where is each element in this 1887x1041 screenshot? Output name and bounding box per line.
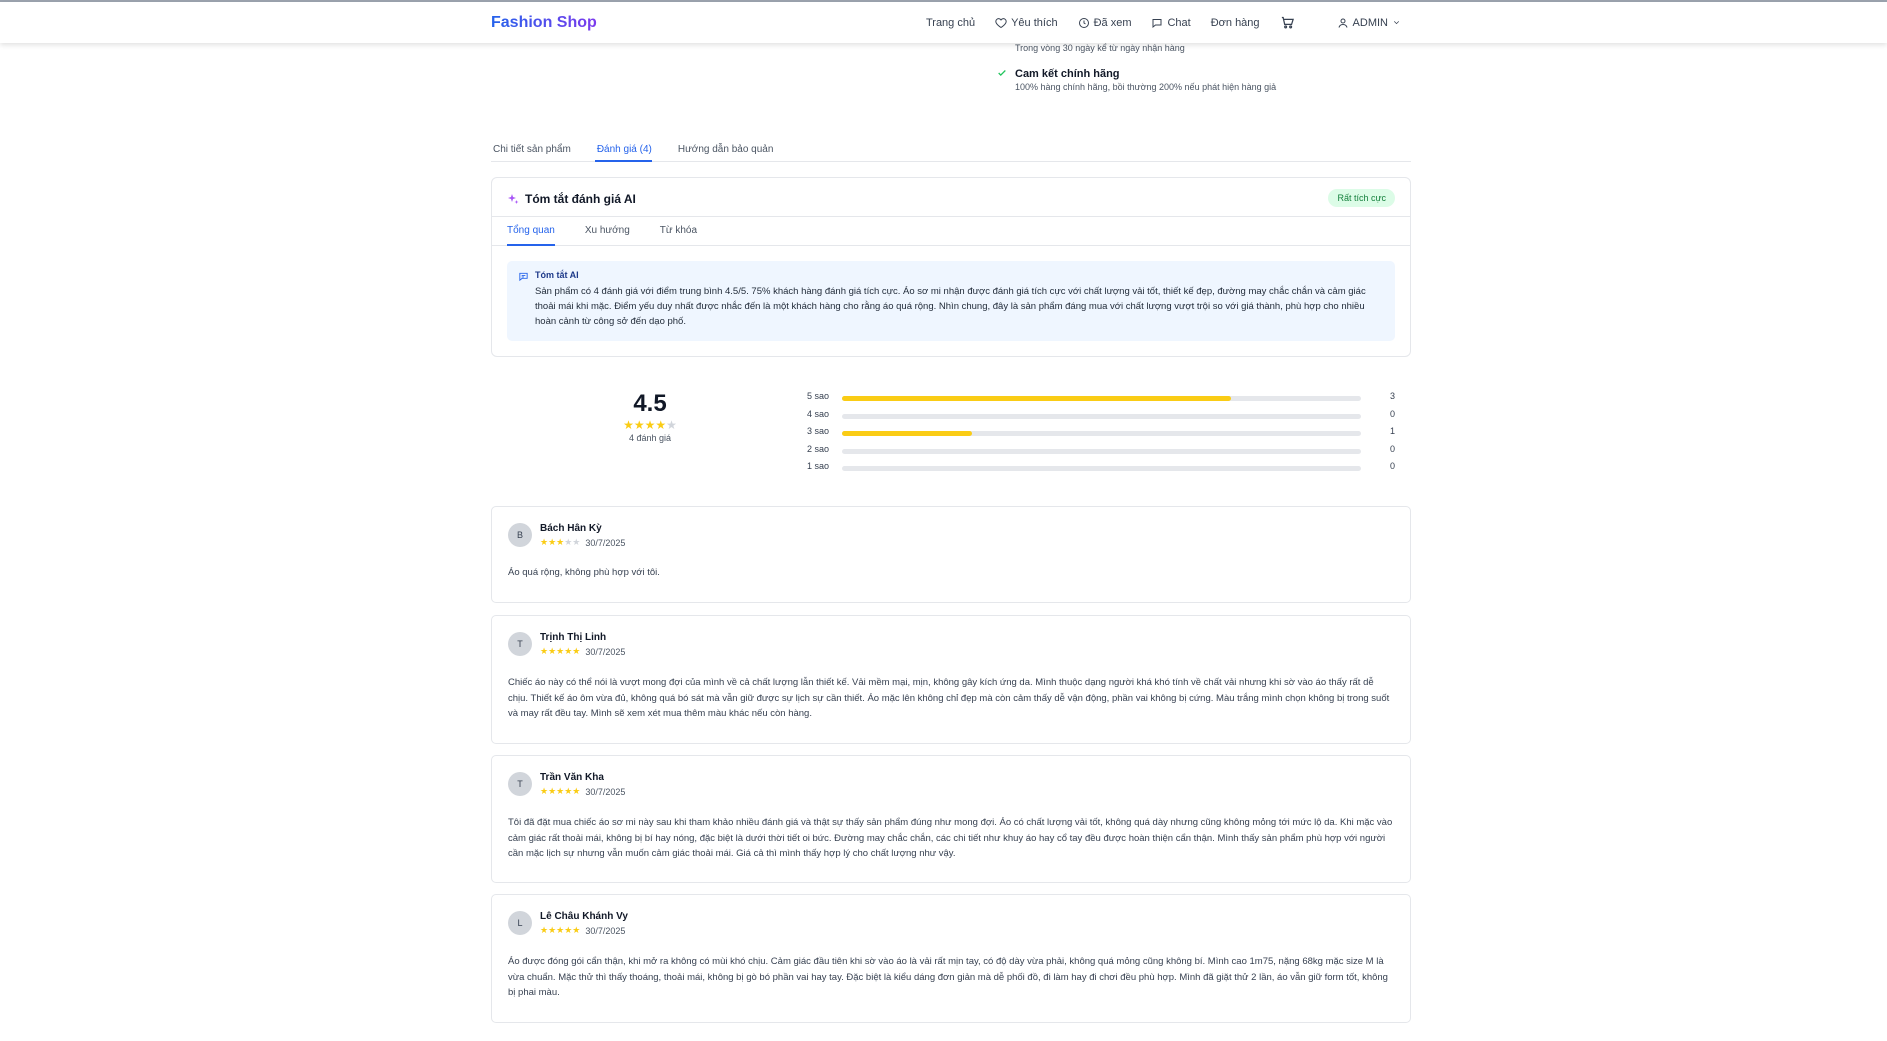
rating-distribution: 5 sao 3 4 sao 0 3 sao 1 2 sao 0 1 sao 0 — [807, 391, 1397, 479]
nav-favorites[interactable]: Yêu thích — [995, 17, 1058, 29]
ai-summary-box: Tóm tắt AI Sản phẩm có 4 đánh giá với đi… — [507, 261, 1395, 341]
avatar: T — [508, 772, 532, 796]
nav-chat[interactable]: Chat — [1151, 17, 1191, 29]
bar-track — [842, 466, 1361, 471]
rating-bar-row: 1 sao 0 — [807, 461, 1397, 479]
tab-details[interactable]: Chi tiết sản phẩm — [491, 138, 571, 162]
review-date: 30/7/2025 — [585, 537, 626, 548]
avatar: T — [508, 632, 532, 656]
review-text: Áo quá rộng, không phù hợp với tôi. — [508, 567, 660, 578]
nav-user-menu[interactable]: ADMIN — [1337, 17, 1401, 29]
reviewer-name: Bách Hân Kỳ — [540, 523, 602, 534]
rating-summary: 4.5 ★★★★★ 4 đánh giá — [600, 390, 700, 443]
ai-tab-overview[interactable]: Tổng quan — [507, 217, 555, 246]
tab-care-guide[interactable]: Hướng dẫn bảo quản — [676, 138, 774, 162]
review-date: 30/7/2025 — [585, 646, 626, 657]
chevron-down-icon — [1393, 21, 1400, 25]
review-text: Chiếc áo này có thể nói là vượt mong đợi… — [508, 677, 1390, 719]
review-date: 30/7/2025 — [585, 925, 626, 936]
ai-summary-card: Tóm tắt đánh giá AI Rất tích cực Tổng qu… — [491, 177, 1411, 357]
review-meta: ★★★★★ 30/7/2025 — [540, 786, 625, 797]
check-icon — [998, 70, 1006, 76]
bar-track — [842, 448, 1361, 454]
ai-summary-header: Tóm tắt đánh giá AI — [507, 192, 636, 206]
sentiment-badge: Rất tích cực — [1328, 189, 1395, 207]
reviewer-name: Trần Văn Kha — [540, 772, 604, 783]
main-nav: Trang chủ Yêu thích Đã xem Chat Đơn hàng… — [906, 2, 1401, 43]
review-date: 30/7/2025 — [585, 786, 626, 797]
rating-bar-row: 4 sao 0 — [807, 409, 1397, 427]
review-meta: ★★★★★ 30/7/2025 — [540, 537, 625, 548]
ai-box-text: Sản phẩm có 4 đánh giá với điểm trung bì… — [535, 286, 1366, 327]
navbar: Fashion Shop Trang chủ Yêu thích Đã xem … — [0, 2, 1887, 43]
rating-bar-row: 2 sao 0 — [807, 444, 1397, 462]
heart-icon — [995, 17, 1007, 28]
user-icon — [1338, 18, 1348, 28]
review-text: Áo được đóng gói cẩn thận, khi mở ra khô… — [508, 956, 1388, 998]
review-stars: ★★★★★ — [540, 646, 581, 656]
review-stars: ★★★★★ — [540, 786, 581, 796]
sparkles-icon — [508, 194, 519, 204]
bar-fill — [842, 396, 1232, 401]
feature-subtitle: 100% hàng chính hãng, bồi thường 200% nế… — [1015, 82, 1277, 92]
tab-reviews[interactable]: Đánh giá (4) — [594, 138, 652, 162]
average-score: 4.5 — [633, 390, 667, 417]
review-stars: ★★★★★ — [540, 925, 581, 935]
average-stars: ★★★★★ — [623, 418, 677, 432]
reviewer-name: Lê Châu Khánh Vy — [540, 911, 628, 922]
rating-bar-row: 5 sao 3 — [807, 391, 1397, 409]
feature-subtitle: Trong vòng 30 ngày kể từ ngày nhận hàng — [1015, 43, 1185, 53]
bar-count: 3 — [1390, 391, 1396, 401]
ai-summary-title: Tóm tắt đánh giá AI — [525, 192, 636, 206]
feature-return: Trong vòng 30 ngày kể từ ngày nhận hàng — [997, 43, 1185, 53]
bar-count: 1 — [1390, 426, 1396, 436]
message-icon — [519, 272, 528, 282]
nav-cart[interactable] — [1280, 15, 1295, 30]
review-card: T Trịnh Thị Linh ★★★★★ 30/7/2025 Chiếc áo nà… — [491, 615, 1411, 744]
review-card: B Bách Hân Kỳ ★★★★★ 30/7/2025 Áo quá rộng, k… — [491, 506, 1411, 603]
bar-track — [842, 413, 1361, 419]
bar-label: 3 sao — [807, 426, 830, 436]
review-text: Tôi đã đặt mua chiếc áo sơ mi này sau kh… — [508, 817, 1393, 859]
review-card: T Trần Văn Kha ★★★★★ 30/7/2025 Tôi đã đặt mu… — [491, 755, 1411, 883]
review-count: 4 đánh giá — [628, 433, 672, 443]
bar-label: 5 sao — [807, 391, 830, 401]
bar-count: 0 — [1390, 408, 1396, 419]
product-tabs: Chi tiết sản phẩm Đánh giá (4) Hướng dẫn… — [491, 138, 1411, 162]
bar-fill — [842, 431, 972, 436]
review-card: L Lê Châu Khánh Vy ★★★★★ 30/7/2025 Áo được đ… — [491, 894, 1411, 1023]
rating-bar-row: 3 sao 1 — [807, 426, 1397, 444]
reviewer-name: Trịnh Thị Linh — [540, 632, 607, 643]
feature-authentic: Cam kết chính hãng 100% hàng chính hãng,… — [1015, 68, 1276, 92]
brand-logo[interactable]: Fashion Shop — [491, 14, 597, 32]
bar-count: 0 — [1390, 461, 1396, 471]
ai-tab-keywords[interactable]: Từ khóa — [660, 217, 697, 246]
bar-label: 1 sao — [807, 461, 830, 471]
ai-tabs: Tổng quan Xu hướng Từ khóa — [492, 216, 1410, 246]
nav-viewed[interactable]: Đã xem — [1078, 17, 1131, 29]
nav-home[interactable]: Trang chủ — [926, 17, 975, 29]
ai-box-title: Tóm tắt AI — [535, 270, 579, 280]
bar-track — [842, 431, 1361, 436]
bar-track — [842, 396, 1361, 401]
review-meta: ★★★★★ 30/7/2025 — [540, 925, 625, 936]
review-meta: ★★★★★ 30/7/2025 — [540, 646, 625, 657]
bar-label: 2 sao — [807, 443, 830, 454]
nav-orders[interactable]: Đơn hàng — [1211, 17, 1260, 29]
review-stars: ★★★★★ — [540, 537, 581, 547]
ai-tab-trends[interactable]: Xu hướng — [585, 217, 630, 246]
bar-label: 4 sao — [807, 408, 830, 419]
clock-icon — [1078, 17, 1089, 28]
avatar: L — [508, 911, 532, 935]
feature-title: Cam kết chính hãng — [1015, 68, 1120, 80]
chat-icon — [1152, 18, 1162, 28]
avatar: B — [508, 523, 532, 547]
bar-count: 0 — [1390, 443, 1396, 454]
cart-icon — [1281, 16, 1294, 29]
